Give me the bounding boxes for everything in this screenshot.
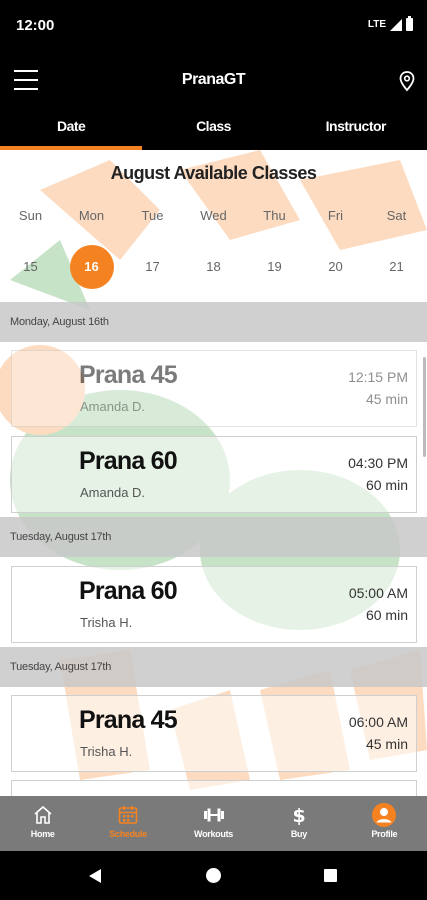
class-time: 04:30 PM	[348, 455, 408, 471]
date-section-header: Tuesday, August 17th	[0, 647, 427, 687]
calendar-title: August Available Classes	[110, 163, 317, 183]
class-card[interactable]: Prana 60 Trisha H. 05:00 AM 60 min	[11, 566, 417, 643]
nav-label: Profile	[371, 829, 398, 839]
class-duration: 60 min	[365, 607, 408, 623]
recent-apps-icon[interactable]	[324, 869, 337, 882]
calendar-day[interactable]: 15	[0, 245, 61, 289]
system-navigation-bar	[0, 851, 427, 900]
class-duration: 60 min	[365, 477, 408, 493]
status-indicators: LTE	[367, 16, 413, 31]
date-section-header: Monday, August 16th	[0, 302, 427, 342]
weekday-row: Sun Mon Tue Wed Thu Fri Sat	[0, 208, 427, 223]
class-instructor: Amanda D.	[80, 485, 146, 500]
weekday-label: Sat	[386, 208, 407, 223]
status-time: 12:00	[16, 17, 55, 34]
class-name: Prana 60	[79, 577, 178, 605]
back-icon[interactable]	[89, 869, 101, 883]
class-time: 06:00 AM	[348, 714, 408, 730]
tab-bar: Date Class Instructor	[0, 110, 427, 150]
weekday-label: Fri	[327, 208, 344, 223]
schedule-content[interactable]: August Available Classes Sun Mon Tue Wed…	[0, 150, 427, 796]
nav-home[interactable]: Home	[0, 796, 85, 851]
bottom-navigation: Home Schedule Workouts $ Buy Profile	[0, 796, 427, 851]
class-instructor: Trisha H.	[80, 744, 133, 759]
weekday-label: Sun	[18, 208, 43, 223]
network-type: LTE	[367, 19, 386, 30]
dollar-icon: $	[256, 804, 341, 826]
day-row: 15 16 17 18 19 20 21	[0, 245, 427, 289]
app-bar: PranaGT	[0, 52, 427, 110]
nav-label: Workouts	[194, 829, 233, 839]
home-icon	[0, 804, 85, 826]
weekday-label: Wed	[200, 208, 227, 223]
home-button-icon[interactable]	[206, 868, 221, 883]
class-instructor: Amanda D.	[80, 399, 146, 414]
tab-date[interactable]: Date	[0, 110, 143, 150]
app-title: PranaGT	[181, 71, 246, 88]
calendar-day-selected[interactable]: 16	[61, 245, 122, 289]
class-name: Prana 45	[79, 361, 178, 389]
nav-workouts[interactable]: Workouts	[171, 796, 256, 851]
calendar-day[interactable]: 19	[244, 245, 305, 289]
nav-profile[interactable]: Profile	[342, 796, 427, 851]
weekday-label: Tue	[141, 208, 164, 223]
class-time: 05:00 AM	[348, 585, 408, 601]
class-card[interactable]: Prana 45 Trisha H. 06:00 AM 45 min	[11, 695, 417, 772]
nav-label: Schedule	[109, 829, 147, 839]
date-section-header: Tuesday, August 17th	[0, 517, 427, 557]
class-instructor: Trisha H.	[80, 615, 133, 630]
class-duration: 45 min	[365, 391, 408, 407]
nav-schedule[interactable]: Schedule	[85, 796, 170, 851]
class-card[interactable]: Prana 60 Amanda D. 04:30 PM 60 min	[11, 436, 417, 513]
class-card[interactable]: Prana 45 Amanda D. 12:15 PM 45 min	[11, 350, 417, 427]
signal-icon	[390, 18, 402, 31]
calendar-day[interactable]: 21	[366, 245, 427, 289]
nav-label: Home	[30, 829, 55, 839]
calendar-day[interactable]: 17	[122, 245, 183, 289]
weekday-label: Thu	[263, 208, 286, 223]
battery-icon	[406, 16, 413, 31]
class-name: Prana 45	[79, 706, 178, 734]
weekday-label: Mon	[78, 208, 105, 223]
nav-label: Buy	[290, 829, 307, 839]
class-card-partial[interactable]	[11, 780, 417, 796]
status-bar: 12:00 LTE	[0, 0, 427, 52]
nav-buy[interactable]: $ Buy	[256, 796, 341, 851]
tab-instructor[interactable]: Instructor	[285, 110, 427, 150]
scrollbar[interactable]	[423, 357, 426, 457]
calendar-day[interactable]: 18	[183, 245, 244, 289]
class-time: 12:15 PM	[348, 369, 408, 385]
profile-icon	[342, 803, 427, 827]
svg-text:$: $	[292, 805, 305, 826]
dumbbell-icon	[171, 804, 256, 826]
calendar-icon	[85, 804, 170, 826]
location-pin-icon[interactable]	[398, 70, 416, 92]
tab-class[interactable]: Class	[142, 110, 284, 150]
class-duration: 45 min	[365, 736, 408, 752]
calendar-day[interactable]: 20	[305, 245, 366, 289]
class-name: Prana 60	[79, 447, 178, 475]
